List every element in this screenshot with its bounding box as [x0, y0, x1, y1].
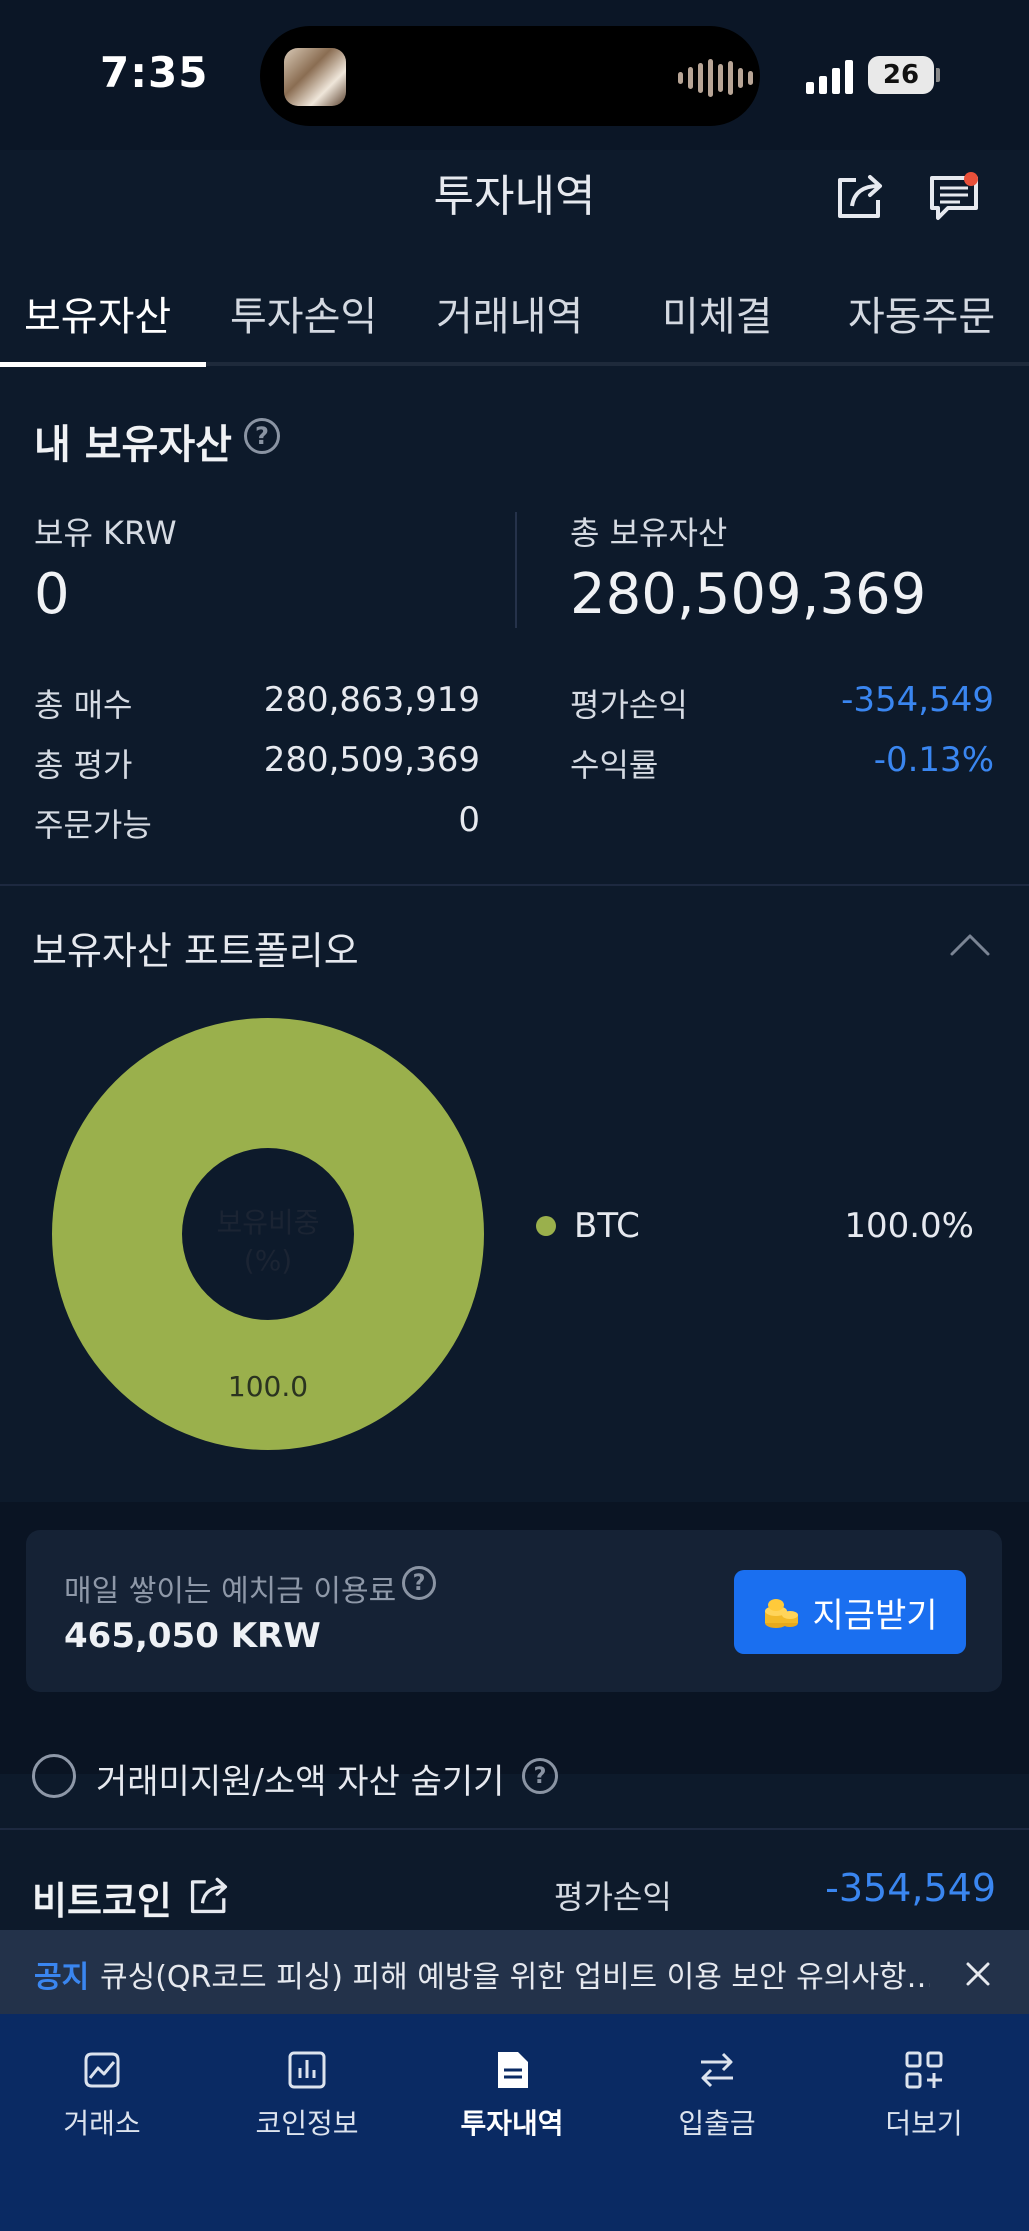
status-time: 7:35: [100, 48, 209, 97]
divider: [515, 512, 517, 628]
share-icon[interactable]: [832, 168, 888, 224]
nav-exchange[interactable]: 거래소: [12, 2048, 192, 2142]
coin-name[interactable]: 비트코인: [32, 1870, 172, 1925]
donut-center-label: 보유비중: [216, 1206, 319, 1239]
document-icon: [498, 2052, 528, 2088]
section-divider: [0, 884, 1029, 886]
krw-value: 0: [34, 562, 70, 627]
bar-chart-icon: [288, 2051, 326, 2089]
coin-pl-label: 평가손익: [554, 1878, 672, 1916]
tab-holdings[interactable]: 보유자산: [24, 284, 171, 342]
tab-auto-order[interactable]: 자동주문: [848, 284, 995, 342]
portfolio-donut-chart: 보유비중 (%) 100.0: [52, 1018, 484, 1450]
help-icon[interactable]: ?: [244, 418, 280, 454]
nav-label: 코인정보: [255, 2107, 359, 2140]
hide-help-icon[interactable]: ?: [522, 1758, 558, 1794]
portfolio-title: 보유자산 포트폴리오: [32, 929, 359, 973]
nav-label: 입출금: [678, 2107, 756, 2140]
hide-small-assets-label[interactable]: 거래미지원/소액 자산 숨기기: [96, 1754, 504, 1803]
total-eval-value: 280,509,369: [263, 740, 480, 780]
hide-small-assets-radio[interactable]: [32, 1754, 76, 1798]
donut-center-unit: (%): [244, 1244, 292, 1277]
tab-profit-loss[interactable]: 투자손익: [230, 284, 377, 342]
fee-label: 매일 쌓이는 예치금 이용료: [64, 1574, 397, 1609]
tab-open-orders[interactable]: 미체결: [662, 284, 772, 342]
grid-plus-icon: [905, 2051, 943, 2089]
cellular-signal-icon: [806, 58, 853, 94]
return-rate-value: -0.13%: [873, 740, 994, 780]
share-icon[interactable]: [186, 1872, 232, 1918]
chevron-up-icon[interactable]: [948, 924, 992, 968]
orderable-value: 0: [458, 800, 480, 840]
eval-pl-label: 평가손익: [570, 686, 688, 724]
nav-investments[interactable]: 투자내역: [422, 2048, 602, 2142]
orderable-label: 주문가능: [34, 806, 152, 844]
nav-more[interactable]: 더보기: [834, 2048, 1014, 2142]
active-tab-indicator: [0, 362, 206, 367]
notice-tag: 공지: [34, 1960, 90, 1995]
battery-cap: [936, 68, 940, 82]
legend-swatch-btc: [536, 1216, 556, 1236]
krw-label: 보유 KRW: [34, 514, 177, 552]
notice-text: 큐싱(QR코드 피싱) 피해 예방을 위한 업비트 이용 보안 유의사항…: [100, 1960, 930, 1995]
nav-deposit-withdraw[interactable]: 입출금: [627, 2048, 807, 2142]
fee-value: 465,050 KRW: [64, 1616, 321, 1656]
return-rate-label: 수익률: [570, 746, 659, 784]
total-assets-label: 총 보유자산: [570, 514, 728, 552]
dynamic-island[interactable]: [260, 26, 760, 126]
holdings-title: 내 보유자산: [34, 422, 232, 468]
eval-pl-value: -354,549: [841, 680, 994, 720]
chart-trend-icon: [84, 2052, 120, 2088]
audio-wave-icon: [678, 58, 753, 98]
total-eval-label: 총 평가: [34, 746, 133, 784]
fee-help-icon[interactable]: ?: [402, 1566, 436, 1600]
slice-value-label: 100.0: [228, 1370, 308, 1403]
total-buy-value: 280,863,919: [263, 680, 480, 720]
notice-banner[interactable]: 공지 큐싱(QR코드 피싱) 피해 예방을 위한 업비트 이용 보안 유의사항…: [0, 1930, 1029, 2014]
nav-label: 더보기: [885, 2107, 963, 2140]
section-divider-2: [0, 1828, 1029, 1830]
coins-icon: [765, 1599, 799, 1628]
claim-now-label: 지금받기: [812, 1595, 938, 1636]
close-icon[interactable]: [960, 1956, 996, 1992]
battery-icon: 26: [868, 56, 934, 94]
legend-value-btc: 100.0%: [844, 1206, 974, 1246]
tab-bar: 보유자산 투자손익 거래내역 미체결 자동주문: [0, 270, 1029, 366]
legend-label-btc: BTC: [574, 1206, 640, 1246]
nav-label: 투자내역: [460, 2107, 564, 2140]
claim-now-button[interactable]: 지금받기: [734, 1570, 966, 1654]
total-assets-value: 280,509,369: [570, 562, 927, 627]
album-art-thumbnail: [284, 48, 346, 106]
tab-trade-history[interactable]: 거래내역: [436, 284, 583, 342]
notification-dot: [964, 172, 978, 186]
nav-coin-info[interactable]: 코인정보: [217, 2048, 397, 2142]
total-buy-label: 총 매수: [34, 686, 133, 724]
nav-label: 거래소: [63, 2107, 141, 2140]
coin-pl-value: -354,549: [825, 1866, 996, 1910]
bottom-nav: 거래소 코인정보 투자내역 입출금 더보기: [0, 2014, 1029, 2231]
transfer-arrows-icon: [701, 2052, 733, 2088]
